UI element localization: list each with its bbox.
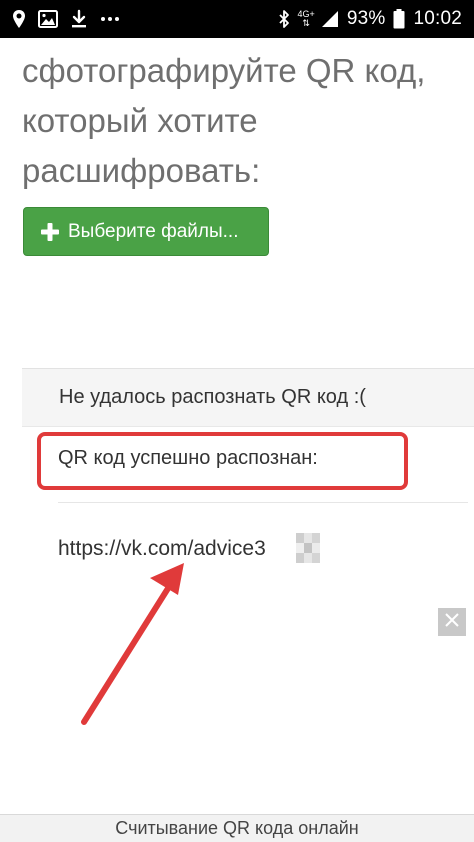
bluetooth-icon: [278, 9, 290, 29]
footer-title: Считывание QR кода онлайн: [115, 818, 359, 838]
more-dots-icon: [100, 16, 120, 22]
status-bar-right: 4G+ ⇅ 93% 10:02: [278, 0, 462, 38]
status-bar: 4G+ ⇅ 93% 10:02: [0, 0, 474, 38]
status-bar-left: [12, 0, 120, 38]
ad-close-button[interactable]: [438, 608, 466, 636]
close-icon: [445, 612, 459, 632]
choose-files-label: Выберите файлы...: [68, 220, 239, 242]
result-divider: [58, 502, 468, 503]
heading-line-1: сфотографируйте QR код,: [22, 52, 426, 89]
heading-line-2: который хотите: [22, 102, 258, 139]
result-fail-panel: Не удалось распознать QR код :(: [22, 368, 474, 427]
battery-icon: [393, 9, 405, 29]
page-heading: сфотографируйте QR код, который хотите р…: [22, 46, 462, 196]
image-icon: [38, 10, 58, 28]
result-fail-text: Не удалось распознать QR код :(: [59, 386, 366, 408]
decoded-url-link[interactable]: https://vk.com/advice3: [58, 537, 266, 561]
location-pin-icon: [12, 9, 26, 29]
battery-percent: 93%: [346, 8, 386, 29]
page-footer: Считывание QR кода онлайн: [0, 814, 474, 842]
download-icon: [70, 9, 88, 29]
network-4g-icon: 4G+ ⇅: [297, 9, 315, 28]
heading-line-3: расшифровать:: [22, 152, 261, 189]
plus-icon: [40, 222, 60, 242]
highlight-box: [37, 432, 408, 490]
clock-time: 10:02: [413, 8, 462, 29]
pixelated-redaction: [296, 533, 320, 563]
signal-icon: [321, 10, 339, 28]
choose-files-button[interactable]: Выберите файлы...: [23, 207, 269, 256]
